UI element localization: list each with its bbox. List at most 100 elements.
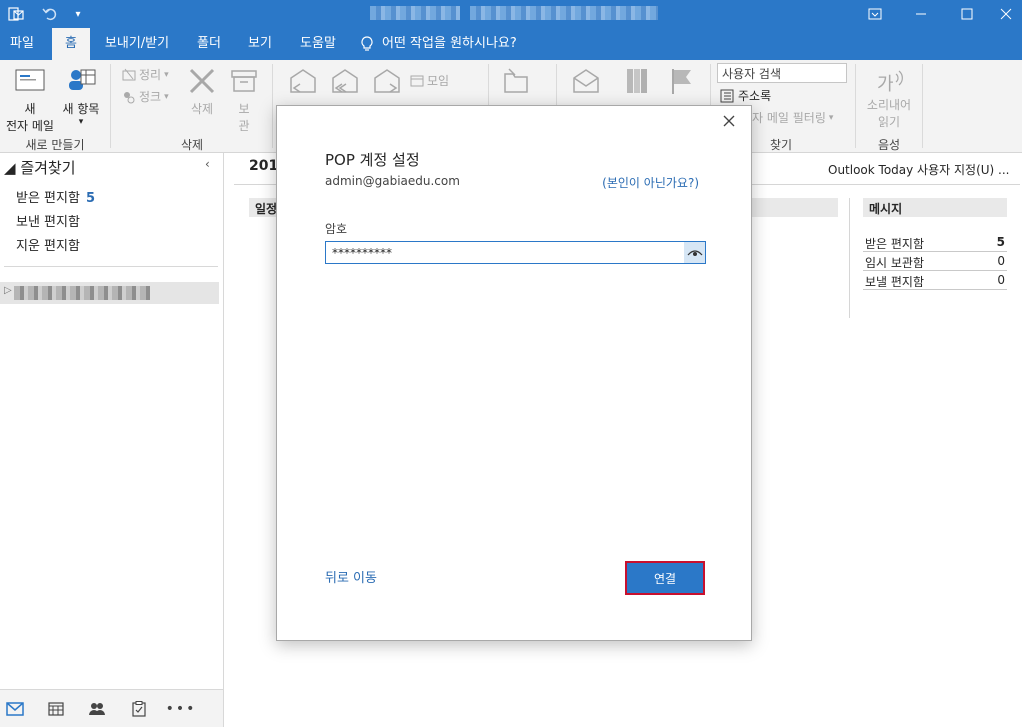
- people-icon[interactable]: [88, 700, 106, 718]
- messages-row-value: 5: [996, 235, 1005, 249]
- connect-button[interactable]: 연결: [625, 561, 705, 595]
- filter-email-label: 자 메일 필터링: [752, 111, 826, 125]
- categorize-icon: [627, 69, 647, 93]
- nav-item-deleted[interactable]: 지운 편지함: [16, 235, 80, 254]
- close-window-icon[interactable]: [990, 0, 1022, 28]
- nav-item-label: 지운 편지함: [16, 239, 80, 254]
- forward-button[interactable]: [370, 66, 404, 96]
- cleanup-label: 정리: [139, 68, 162, 82]
- module-switcher: •••: [0, 689, 224, 727]
- junk-label: 정크: [139, 90, 162, 104]
- dialog-title: POP 계정 설정: [325, 151, 420, 169]
- calendar-icon[interactable]: [47, 700, 65, 718]
- meeting-label: 모임: [427, 74, 450, 88]
- delete-button[interactable]: 삭제: [184, 66, 220, 117]
- not-you-link[interactable]: (본인이 아닌가요?): [602, 174, 699, 191]
- customize-toolbar-icon[interactable]: ▾: [68, 4, 88, 24]
- new-email-icon: [15, 69, 45, 91]
- pop-account-settings-dialog: POP 계정 설정 admin@gabiaedu.com (본인이 아닌가요?)…: [276, 105, 752, 641]
- tab-send-receive[interactable]: 보내기/받기: [96, 28, 178, 60]
- new-email-label-2: 전자 메일: [6, 119, 54, 133]
- ribbon-separator: [272, 64, 273, 148]
- group-new-label: 새로 만들기: [25, 138, 85, 152]
- unread-count: 5: [85, 191, 95, 206]
- read-aloud-label-2: 읽기: [877, 115, 901, 129]
- tab-help[interactable]: 도움말: [290, 28, 346, 60]
- expand-arrow-icon[interactable]: ▷: [4, 285, 12, 296]
- collapse-pane-icon[interactable]: ‹: [205, 157, 210, 171]
- redacted-title: [370, 6, 460, 20]
- go-back-link[interactable]: 뒤로 이동: [325, 567, 377, 586]
- password-input[interactable]: [326, 242, 676, 263]
- cleanup-icon: [122, 68, 136, 80]
- tell-me-label: 어떤 작업을 원하시나요?: [382, 36, 517, 51]
- favorites-label: 즐겨찾기: [20, 159, 76, 177]
- new-email-button[interactable]: 새 전자 메일: [2, 66, 58, 134]
- meeting-icon: [410, 75, 424, 86]
- meeting-button[interactable]: 모임: [410, 72, 449, 89]
- address-book-button[interactable]: 주소록: [719, 87, 771, 104]
- show-password-icon[interactable]: [684, 242, 705, 263]
- follow-up-button[interactable]: [664, 66, 698, 96]
- section-divider: [849, 198, 850, 318]
- favorites-header[interactable]: ◢ 즐겨찾기: [4, 157, 76, 178]
- reply-all-button[interactable]: [328, 66, 362, 96]
- messages-row[interactable]: 보낼 편지함 0: [863, 271, 1007, 290]
- undo-icon[interactable]: [40, 4, 60, 24]
- customize-outlook-today-link[interactable]: Outlook Today 사용자 지정(U) ...: [828, 161, 1009, 178]
- tell-me-box[interactable]: 어떤 작업을 원하시나요?: [360, 28, 540, 60]
- svg-text:가: 가: [877, 74, 894, 94]
- ribbon-separator: [922, 64, 923, 148]
- read-aloud-button[interactable]: 가 소리내어 읽기: [862, 68, 916, 130]
- outlook-app-icon[interactable]: [6, 4, 26, 24]
- tab-view[interactable]: 보기: [238, 28, 282, 60]
- delete-label: 삭제: [190, 102, 214, 116]
- tab-file[interactable]: 파일: [0, 28, 44, 60]
- ribbon-display-icon[interactable]: [852, 0, 898, 28]
- search-people-input[interactable]: 사용자 검색: [717, 63, 847, 83]
- more-options-icon[interactable]: •••: [166, 700, 195, 718]
- reply-button[interactable]: [286, 66, 320, 96]
- nav-item-inbox[interactable]: 받은 편지함 5: [16, 187, 95, 206]
- address-book-icon: [720, 89, 734, 102]
- move-button[interactable]: [496, 66, 536, 96]
- read-aloud-icon: 가: [877, 70, 903, 94]
- read-aloud-label-1: 소리내어: [866, 98, 912, 112]
- messages-row[interactable]: 받은 편지함 5: [863, 233, 1007, 252]
- group-delete-label: 삭제: [180, 138, 204, 152]
- envelope-open-icon: [573, 69, 599, 93]
- chevron-down-icon: ▾: [78, 117, 84, 127]
- password-label: 암호: [325, 222, 348, 236]
- new-email-label-1: 새: [24, 102, 36, 116]
- messages-row[interactable]: 임시 보관함 0: [863, 252, 1007, 271]
- messages-header: 메시지: [863, 198, 1007, 217]
- minimize-icon[interactable]: [898, 0, 944, 28]
- messages-row-label: 임시 보관함: [865, 256, 925, 270]
- tab-home[interactable]: 홈: [52, 28, 90, 60]
- unread-button[interactable]: [568, 66, 604, 96]
- new-items-icon: [69, 69, 96, 90]
- mail-icon[interactable]: [6, 700, 24, 718]
- group-voice-label: 음성: [877, 138, 901, 152]
- junk-button[interactable]: 정크 ▾: [122, 88, 169, 105]
- account-email: admin@gabiaedu.com: [325, 174, 460, 188]
- new-items-label: 새 항목: [62, 102, 100, 116]
- messages-row-label: 보낼 편지함: [865, 275, 925, 289]
- tasks-icon[interactable]: [130, 700, 148, 718]
- account-row[interactable]: ▷: [0, 282, 219, 304]
- maximize-icon[interactable]: [944, 0, 990, 28]
- new-items-button[interactable]: 새 항목 ▾: [58, 66, 104, 127]
- ribbon-separator: [855, 64, 856, 148]
- archive-button[interactable]: 보 관: [226, 66, 262, 134]
- categorize-button[interactable]: [620, 66, 654, 96]
- cleanup-button[interactable]: 정리 ▾: [122, 66, 169, 83]
- nav-item-sent[interactable]: 보낸 편지함: [16, 211, 80, 230]
- junk-icon: [124, 91, 135, 103]
- dialog-close-icon[interactable]: [721, 114, 737, 130]
- filter-email-button[interactable]: 자 메일 필터링 ▾: [752, 109, 833, 126]
- redacted-title-2: [470, 6, 658, 20]
- messages-row-value: 0: [997, 273, 1005, 287]
- ribbon-separator: [110, 64, 111, 148]
- folder-pane: ◢ 즐겨찾기 ‹ 받은 편지함 5 보낸 편지함 지운 편지함 ▷: [0, 153, 224, 689]
- tab-folder[interactable]: 폴더: [188, 28, 230, 60]
